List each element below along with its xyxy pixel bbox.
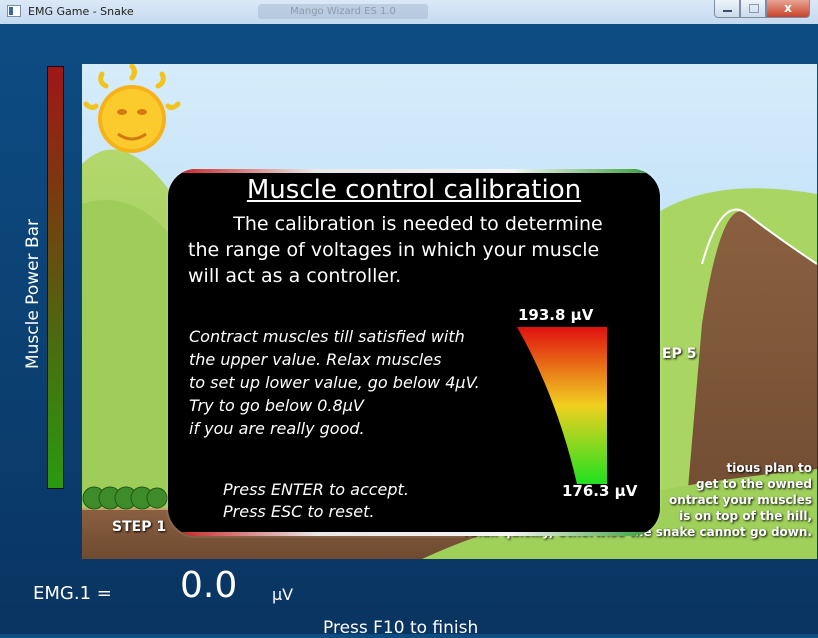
power-bar-label: Muscle Power Bar xyxy=(23,218,43,370)
finish-hint: Press F10 to finish xyxy=(323,618,479,638)
sun-icon xyxy=(83,64,181,153)
game-area: Muscle Power Bar STEP 1 EP 5 tious plan … xyxy=(0,24,818,638)
range-min-value: 176.3 μV xyxy=(562,482,638,500)
emg-value: 0.0 xyxy=(180,565,238,606)
emg-channel-label: EMG.1 = xyxy=(33,583,112,604)
dialog-title: Muscle control calibration xyxy=(246,175,582,205)
dialog-bottom-edge xyxy=(168,532,660,536)
step-1-label: STEP 1 xyxy=(112,519,167,535)
step-5-label: EP 5 xyxy=(662,346,697,362)
range-max-value: 193.8 μV xyxy=(518,306,594,324)
close-button[interactable]: x xyxy=(766,0,810,18)
dialog-top-edge xyxy=(168,169,660,173)
calibration-gauge xyxy=(517,327,607,484)
muscle-power-bar xyxy=(47,66,64,489)
app-icon xyxy=(7,5,21,17)
emg-unit: μV xyxy=(272,585,294,604)
dialog-description: The calibration is needed to determine t… xyxy=(188,213,603,287)
background-window-title: Mango Wizard ES 1.0 xyxy=(258,4,428,19)
calibration-instructions: Contract muscles till satisfied with the… xyxy=(189,327,480,438)
calibration-dialog: Muscle control calibration The calibrati… xyxy=(168,169,660,536)
minimize-button[interactable] xyxy=(714,0,740,18)
maximize-button[interactable] xyxy=(740,0,766,18)
window-title: EMG Game - Snake xyxy=(28,5,134,18)
window-titlebar: EMG Game - Snake Mango Wizard ES 1.0 x xyxy=(0,0,818,25)
dialog-key-hints: Press ENTER to accept. Press ESC to rese… xyxy=(223,480,409,521)
